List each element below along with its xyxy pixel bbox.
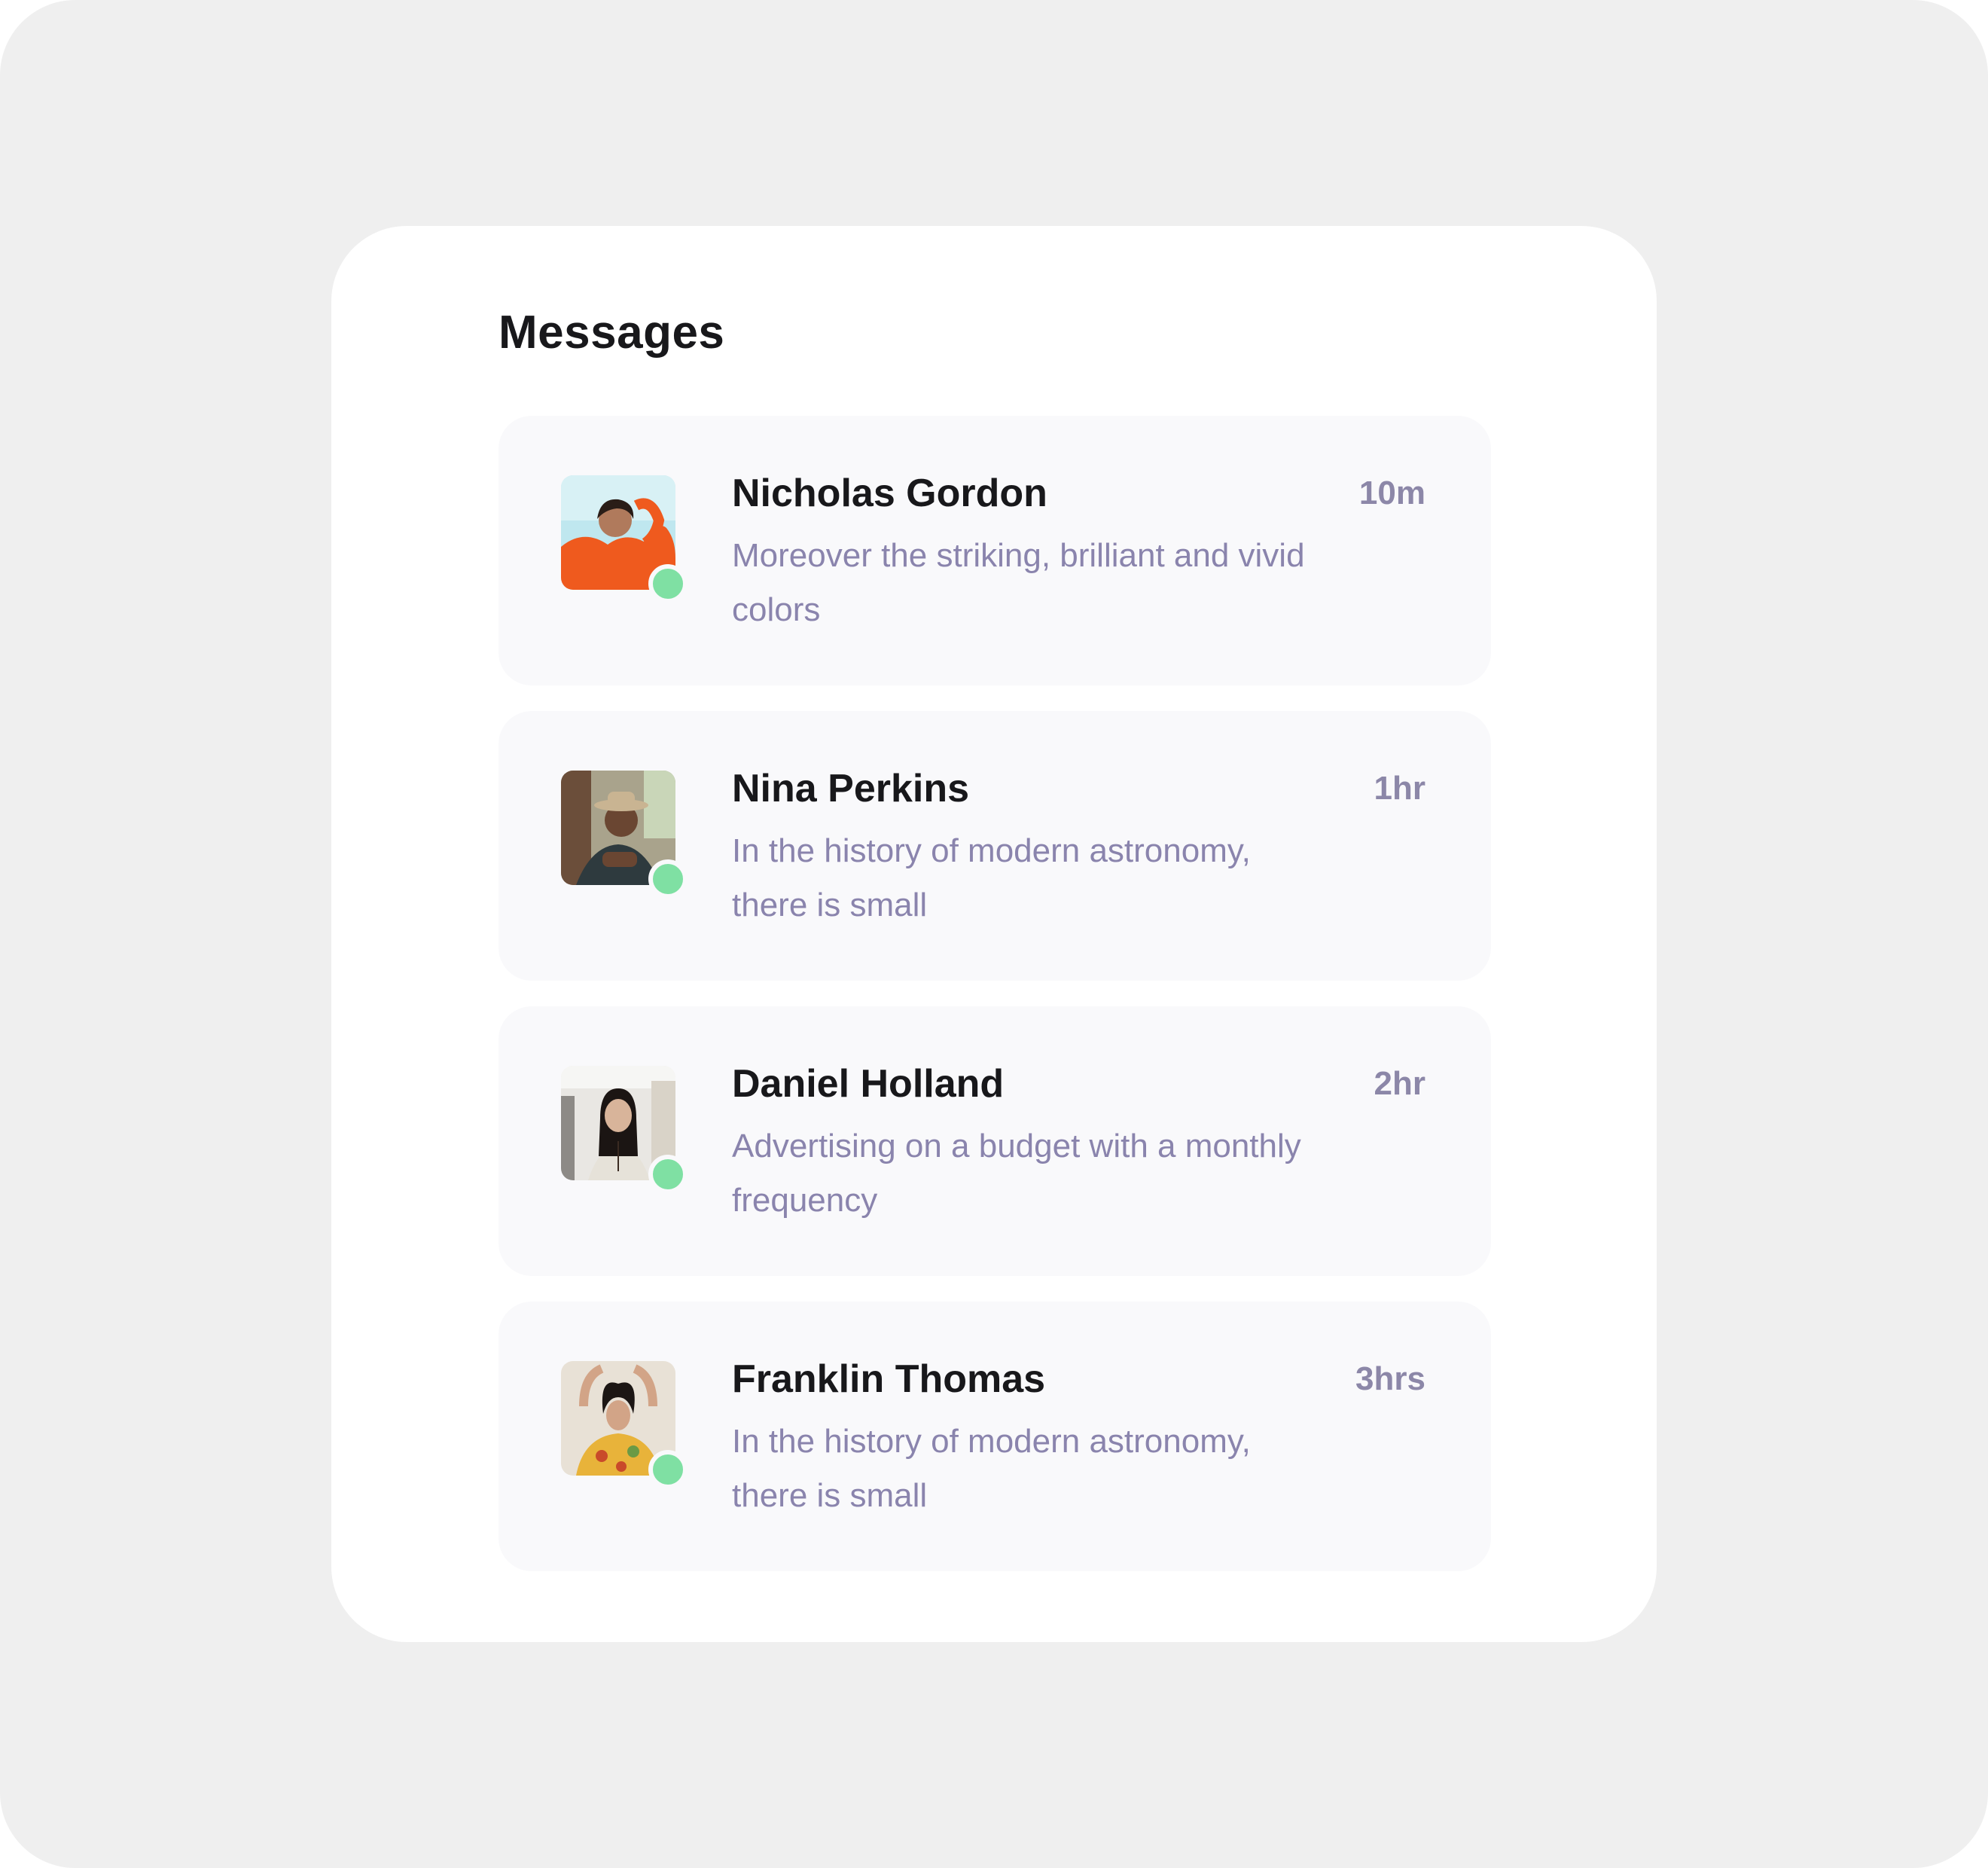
message-time: 1hr bbox=[1374, 770, 1425, 807]
sender-name: Nina Perkins bbox=[732, 767, 970, 810]
message-time: 10m bbox=[1358, 475, 1425, 511]
message-list: Nicholas Gordon 10m Moreover the strikin… bbox=[499, 416, 1491, 1597]
online-status-icon bbox=[648, 564, 688, 603]
message-item-nicholas-gordon[interactable]: Nicholas Gordon 10m Moreover the strikin… bbox=[499, 416, 1491, 685]
message-item-nina-perkins[interactable]: Nina Perkins 1hr In the history of moder… bbox=[499, 711, 1491, 981]
message-time: 2hr bbox=[1374, 1065, 1425, 1102]
message-preview: In the history of modern astronomy, ther… bbox=[732, 1423, 1251, 1514]
message-item-franklin-thomas[interactable]: Franklin Thomas 3hrs In the history of m… bbox=[499, 1302, 1491, 1571]
online-status-icon bbox=[648, 1450, 688, 1489]
online-status-icon bbox=[648, 1155, 688, 1194]
message-preview: In the history of modern astronomy, ther… bbox=[732, 832, 1251, 923]
messages-card: Messages Nicholas Gordon 10m Moreover th… bbox=[331, 226, 1657, 1642]
sender-name: Daniel Holland bbox=[732, 1062, 1005, 1106]
online-status-icon bbox=[648, 859, 688, 899]
message-preview: Advertising on a budget with a monthly f… bbox=[732, 1128, 1301, 1219]
message-time: 3hrs bbox=[1355, 1360, 1425, 1397]
sender-name: Nicholas Gordon bbox=[732, 472, 1047, 515]
message-preview: Moreover the striking, brilliant and viv… bbox=[732, 537, 1305, 628]
message-item-daniel-holland[interactable]: Daniel Holland 2hr Advertising on a budg… bbox=[499, 1006, 1491, 1276]
page-title: Messages bbox=[499, 307, 725, 359]
sender-name: Franklin Thomas bbox=[732, 1357, 1046, 1401]
page-background: Messages Nicholas Gordon 10m Moreover th… bbox=[0, 0, 1988, 1868]
